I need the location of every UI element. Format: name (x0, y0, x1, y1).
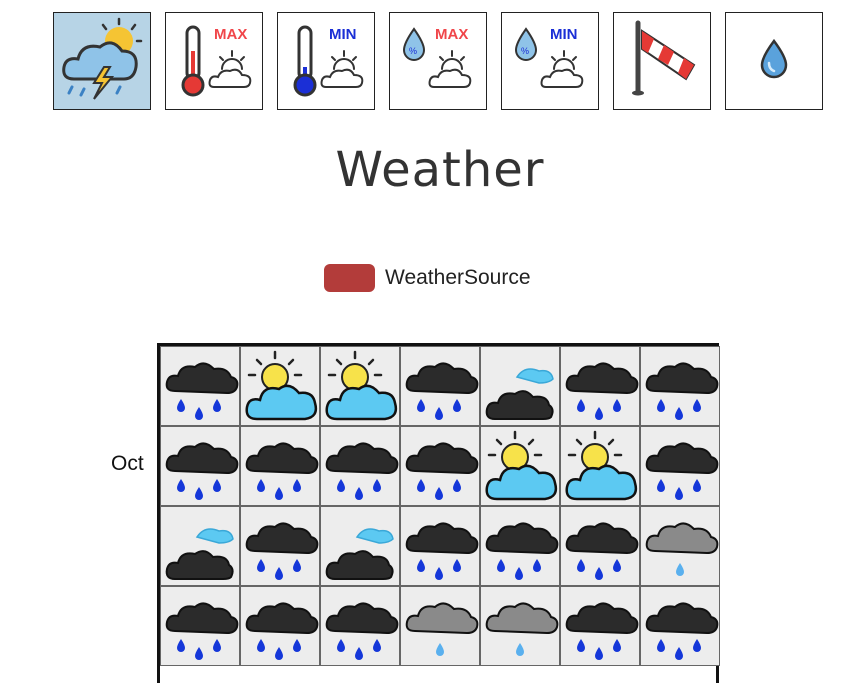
svg-text:%: % (521, 46, 529, 56)
weather-storm-icon (62, 17, 143, 100)
rain-icon (165, 442, 239, 500)
rain-icon (325, 442, 399, 500)
svg-text:MIN: MIN (550, 26, 578, 43)
rain-icon (645, 442, 719, 500)
day-cell[interactable] (400, 426, 480, 506)
windsock-icon (632, 20, 696, 96)
day-cell[interactable] (160, 586, 240, 666)
partly-sunny-icon (485, 430, 558, 501)
weather-calendar-grid (157, 343, 720, 683)
rain-icon (405, 362, 479, 420)
precipitation-drop-icon (760, 38, 788, 79)
rain-icon (565, 522, 639, 580)
legend-swatch (324, 264, 375, 292)
precipitation-button[interactable] (725, 12, 823, 110)
day-cell[interactable] (640, 506, 720, 586)
svg-text:%: % (409, 46, 417, 56)
day-cell[interactable] (640, 346, 720, 426)
light-rain-icon (645, 522, 719, 576)
light-rain-icon (485, 602, 559, 656)
day-cell[interactable] (160, 346, 240, 426)
weather-condition-button[interactable] (53, 12, 151, 110)
day-cell[interactable] (320, 506, 400, 586)
day-cell[interactable] (480, 346, 560, 426)
day-cell[interactable] (240, 506, 320, 586)
rain-icon (645, 362, 719, 420)
max-humidity-icon: % MAX (402, 26, 472, 88)
partly-sunny-icon (565, 430, 638, 501)
day-cell[interactable] (560, 586, 640, 666)
rain-icon (325, 602, 399, 660)
weather-metric-toolbar: MAX MIN % MAX % MIN (53, 12, 833, 112)
day-cell[interactable] (560, 506, 640, 586)
day-cell[interactable] (160, 426, 240, 506)
day-cell[interactable] (480, 426, 560, 506)
rain-icon (165, 602, 239, 660)
day-cell[interactable] (480, 506, 560, 586)
partly-sunny-icon (325, 350, 398, 421)
rain-icon (245, 602, 319, 660)
rain-icon (565, 602, 639, 660)
min-humidity-icon: % MIN (514, 26, 584, 88)
day-cell[interactable] (400, 586, 480, 666)
cloudy-icon (165, 528, 234, 580)
max-humidity-button[interactable]: % MAX (389, 12, 487, 110)
day-cell[interactable] (480, 586, 560, 666)
day-cell[interactable] (320, 586, 400, 666)
day-cell[interactable] (560, 346, 640, 426)
day-cell[interactable] (320, 426, 400, 506)
min-humidity-button[interactable]: % MIN (501, 12, 599, 110)
cloudy-icon (485, 368, 554, 420)
day-cell[interactable] (400, 506, 480, 586)
max-temperature-button[interactable]: MAX (165, 12, 263, 110)
day-cell[interactable] (640, 426, 720, 506)
rain-icon (485, 522, 559, 580)
rain-icon (565, 362, 639, 420)
svg-text:MAX: MAX (214, 26, 247, 43)
max-temperature-icon: MAX (181, 25, 252, 97)
day-cell[interactable] (160, 506, 240, 586)
rain-icon (405, 442, 479, 500)
rain-icon (645, 602, 719, 660)
day-cell[interactable] (560, 426, 640, 506)
light-rain-icon (405, 602, 479, 656)
min-temperature-icon: MIN (293, 25, 364, 97)
svg-text:MIN: MIN (329, 26, 357, 43)
day-cell[interactable] (240, 346, 320, 426)
svg-text:MAX: MAX (435, 26, 468, 43)
legend-label: WeatherSource (385, 266, 531, 289)
rain-icon (165, 362, 239, 420)
day-cell[interactable] (320, 346, 400, 426)
legend-item-weathersource[interactable]: WeatherSource (324, 263, 531, 293)
day-cell[interactable] (640, 586, 720, 666)
day-cell[interactable] (240, 586, 320, 666)
day-cell[interactable] (240, 426, 320, 506)
page-title: Weather (335, 142, 545, 198)
rain-icon (245, 442, 319, 500)
rain-icon (405, 522, 479, 580)
rain-icon (245, 522, 319, 580)
month-label: Oct (111, 452, 144, 475)
partly-sunny-icon (245, 350, 318, 421)
wind-button[interactable] (613, 12, 711, 110)
cloudy-icon (325, 528, 394, 580)
day-cell[interactable] (400, 346, 480, 426)
min-temperature-button[interactable]: MIN (277, 12, 375, 110)
